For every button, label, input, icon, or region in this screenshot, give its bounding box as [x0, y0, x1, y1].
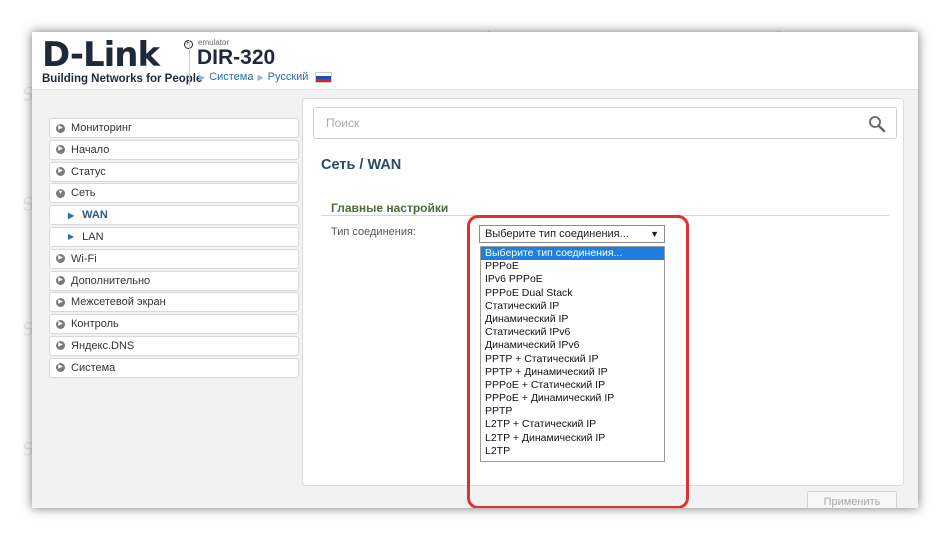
header-links: ▶ Система ▶ Русский	[199, 71, 333, 83]
sidebar-item-advanced[interactable]: ▶ Дополнительно	[49, 270, 299, 291]
sidebar-item-wan[interactable]: ▶ WAN	[49, 205, 299, 226]
plus-circle-icon: ▶	[56, 123, 65, 133]
sidebar-item-label: LAN	[82, 230, 104, 243]
plus-circle-icon: ▶	[56, 297, 65, 307]
sidebar-item-label: Начало	[71, 143, 110, 156]
plus-circle-icon: ▶	[56, 167, 65, 177]
magnifier-icon[interactable]	[868, 115, 886, 133]
sidebar-item-label: Сеть	[71, 187, 96, 200]
sidebar-item-wifi[interactable]: ▶ Wi-Fi	[49, 248, 299, 269]
plus-circle-icon: ▶	[56, 319, 65, 329]
plus-circle-icon: ▶	[56, 341, 65, 351]
sidebar-item-label: Дополнительно	[71, 274, 151, 287]
sidebar-item-monitoring[interactable]: ▶ Мониторинг	[49, 118, 299, 138]
sidebar-item-label: Межсетевой экран	[71, 296, 166, 309]
header: D-Link R Building Networks for People em…	[32, 32, 918, 90]
red-highlight-frame	[467, 215, 689, 508]
model-name: DIR-320	[197, 46, 276, 69]
sidebar-item-label: Мониторинг	[71, 122, 133, 134]
plus-circle-icon: ▶	[56, 276, 65, 286]
plus-circle-icon: ▶	[56, 145, 65, 155]
sidebar-item-label: Wi-Fi	[71, 252, 97, 265]
sidebar-item-network[interactable]: ▼ Сеть	[49, 183, 299, 204]
triangle-right-icon: ▶	[257, 72, 264, 82]
triangle-right-icon: ▶	[68, 210, 75, 220]
system-link[interactable]: Система	[209, 71, 253, 83]
search-box	[313, 107, 897, 139]
plus-circle-icon: ▶	[56, 254, 65, 264]
sidebar-item-label: Система	[71, 361, 116, 374]
triangle-right-icon: ▶	[68, 232, 75, 242]
dlink-logo[interactable]: D-Link R Building Networks for People	[42, 38, 202, 85]
logo-tagline: Building Networks for People	[42, 73, 203, 85]
sidebar-item-label: WAN	[82, 209, 108, 222]
sidebar-item-label: Яндекс.DNS	[71, 339, 135, 352]
language-link[interactable]: Русский	[268, 71, 309, 83]
sidebar-item-lan[interactable]: ▶ LAN	[49, 226, 299, 247]
header-divider	[189, 40, 190, 86]
page-title: Сеть / WAN	[321, 157, 402, 173]
sidebar-item-label: Статус	[71, 165, 106, 178]
sidebar-item-start[interactable]: ▶ Начало	[49, 139, 299, 160]
logo-text: D-Link	[42, 35, 160, 75]
search-input[interactable]	[314, 108, 854, 138]
sidebar-item-label: Контроль	[71, 318, 119, 331]
sidebar-item-yandex-dns[interactable]: ▶ Яндекс.DNS	[49, 335, 299, 356]
triangle-right-icon: ▶	[199, 72, 206, 82]
section-title: Главные настройки	[331, 201, 449, 215]
router-web-ui: D-Link R Building Networks for People em…	[32, 32, 918, 508]
apply-button[interactable]: Применить	[807, 491, 897, 508]
sidebar-item-system[interactable]: ▶ Система	[49, 357, 299, 378]
sidebar-item-firewall[interactable]: ▶ Межсетевой экран	[49, 292, 299, 313]
connection-type-label: Тип соединения:	[331, 226, 416, 238]
plus-circle-icon: ▶	[56, 363, 65, 373]
sidebar-item-status[interactable]: ▶ Статус	[49, 161, 299, 182]
sidebar-item-control[interactable]: ▶ Контроль	[49, 314, 299, 335]
sidebar-menu: ▶ Мониторинг ▶ Начало ▶ Статус ▼ Сеть ▶ …	[49, 118, 299, 380]
main-panel: Сеть / WAN Главные настройки Тип соедине…	[302, 98, 904, 508]
russian-flag-icon[interactable]	[315, 71, 333, 83]
minus-circle-icon: ▼	[56, 188, 65, 198]
